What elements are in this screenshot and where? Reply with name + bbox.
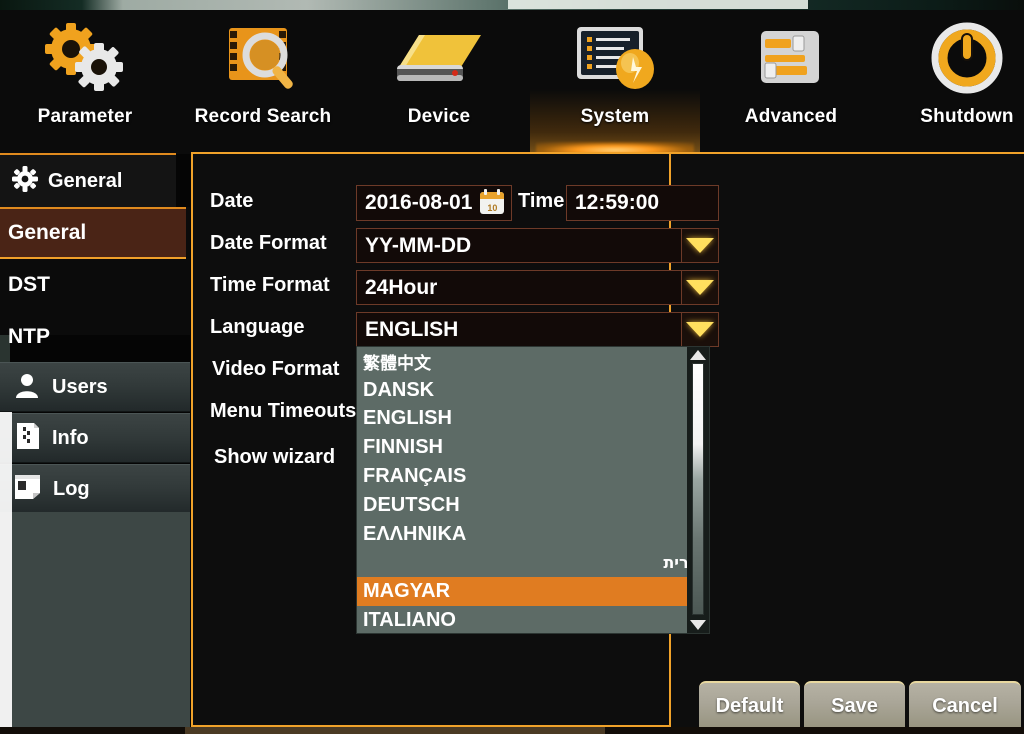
dropdown-item-9-label: ITALIANO — [363, 609, 456, 632]
language-value: ENGLISH — [365, 317, 459, 341]
dropdown-item-8[interactable]: MAGYAR — [357, 577, 709, 607]
scroll-down-arrow-icon[interactable] — [688, 618, 708, 632]
time-format-value: 24Hour — [365, 275, 438, 299]
chevron-down-icon — [686, 238, 714, 253]
dropdown-item-6[interactable]: ΕΛΛΗΝΙΚΑ — [357, 520, 709, 549]
date-format-dropdown-button[interactable] — [681, 228, 719, 263]
dropdown-item-4[interactable]: FRANÇAIS — [357, 462, 709, 491]
default-button-label: Default — [715, 694, 784, 717]
dropdown-item-9[interactable]: ITALIANO — [357, 606, 709, 633]
chevron-down-icon — [686, 322, 714, 337]
label-show-wizard: Show wizard — [214, 446, 336, 468]
dropdown-item-0-label: 繁體中文 — [363, 353, 431, 374]
dropdown-item-7[interactable]: עברית — [357, 549, 709, 578]
dropdown-item-6-label: ΕΛΛΗΝΙΚΑ — [363, 522, 467, 545]
date-field[interactable]: 2016-08-01 10 — [356, 185, 512, 221]
time-format-dropdown-button[interactable] — [681, 270, 719, 305]
dropdown-item-1-label: DANSK — [363, 378, 435, 401]
bottom-edge-artifact-warm — [185, 727, 605, 734]
label-language: Language — [210, 316, 305, 338]
save-button-label: Save — [831, 694, 878, 717]
calendar-icon[interactable]: 10 — [480, 189, 505, 214]
calendar-icon-day: 10 — [487, 203, 498, 213]
cancel-button-label: Cancel — [932, 694, 998, 717]
label-time: Time — [518, 190, 565, 212]
language-select[interactable]: ENGLISH — [356, 312, 719, 347]
dropdown-item-2-label: ENGLISH — [363, 407, 452, 430]
dropdown-item-3[interactable]: FINNISH — [357, 433, 709, 462]
date-format-value: YY-MM-DD — [365, 233, 472, 257]
language-dropdown-button[interactable] — [681, 312, 719, 347]
default-button[interactable]: Default — [699, 681, 800, 729]
dropdown-item-5-label: DEUTSCH — [363, 493, 460, 516]
dropdown-item-8-label: MAGYAR — [363, 580, 451, 603]
language-dropdown-list[interactable]: 繁體中文 DANSK ENGLISH FINNISH FRANÇAIS DEUT… — [356, 346, 710, 634]
cancel-button[interactable]: Cancel — [909, 681, 1021, 729]
dropdown-item-2[interactable]: ENGLISH — [357, 405, 709, 434]
dropdown-item-4-label: FRANÇAIS — [363, 465, 467, 488]
label-time-format: Time Format — [210, 274, 330, 296]
dropdown-item-0[interactable]: 繁體中文 — [357, 347, 709, 376]
label-menu-timeouts: Menu Timeouts — [210, 400, 357, 422]
dropdown-item-1[interactable]: DANSK — [357, 376, 709, 405]
dropdown-scrollbar[interactable] — [687, 347, 709, 633]
label-date-format: Date Format — [210, 232, 327, 254]
time-field[interactable]: 12:59:00 — [566, 185, 719, 221]
save-button[interactable]: Save — [804, 681, 905, 729]
date-value: 2016-08-01 — [365, 191, 473, 214]
scroll-up-arrow-icon[interactable] — [688, 348, 708, 362]
dvr-screen: Parameter Record Search Device System Ad… — [0, 0, 1024, 734]
date-format-select[interactable]: YY-MM-DD — [356, 228, 719, 263]
scrollbar-thumb[interactable] — [692, 363, 704, 615]
dropdown-item-5[interactable]: DEUTSCH — [357, 491, 709, 520]
chevron-down-icon — [686, 280, 714, 295]
label-video-format: Video Format — [212, 358, 340, 380]
dropdown-item-3-label: FINNISH — [363, 436, 443, 459]
time-value: 12:59:00 — [575, 191, 660, 214]
time-format-select[interactable]: 24Hour — [356, 270, 719, 305]
label-date: Date — [210, 190, 254, 212]
